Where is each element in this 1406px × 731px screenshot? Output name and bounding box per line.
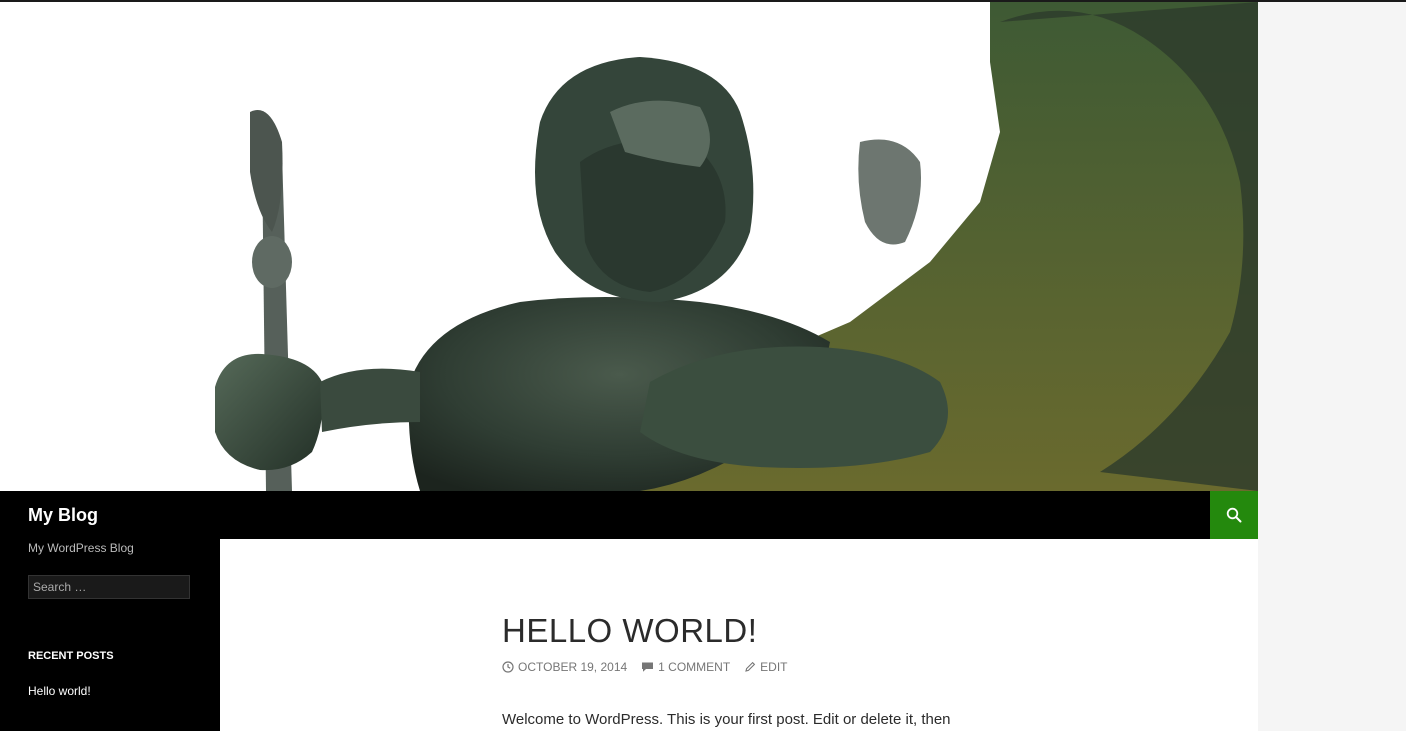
search-input[interactable] [28,575,190,599]
right-gutter [1258,2,1406,731]
page: My Blog My WordPress Blog RECENT POSTS H… [0,0,1258,731]
post-comments-link[interactable]: 1 COMMENT [641,660,730,674]
search-toggle-button[interactable] [1210,491,1258,539]
post-excerpt: Welcome to WordPress. This is your first… [502,711,951,728]
masthead: My Blog [0,491,1258,539]
post-edit-label: EDIT [760,660,788,674]
search-icon [1226,507,1242,523]
top-border [0,0,1406,2]
recent-posts-heading: RECENT POSTS [28,650,114,662]
post-comments-count: 1 COMMENT [658,660,731,674]
pencil-icon [745,661,756,672]
recent-post-link[interactable]: Hello world! [28,683,91,699]
sidebar: My WordPress Blog RECENT POSTS Hello wor… [0,539,220,731]
post-date: OCTOBER 19, 2014 [518,660,628,674]
main-content: HELLO WORLD! OCTOBER 19, 2014 1 COMMENT [220,539,1258,731]
site-description: My WordPress Blog [28,541,134,555]
header-image[interactable] [0,2,1258,491]
statue-image [0,2,1258,491]
clock-icon [502,661,514,673]
post-meta: OCTOBER 19, 2014 1 COMMENT EDIT [502,659,802,675]
post-edit-link[interactable]: EDIT [744,660,788,674]
post-date-link[interactable]: OCTOBER 19, 2014 [502,660,627,674]
site-title-link[interactable]: My Blog [28,503,98,527]
post-title[interactable]: HELLO WORLD! [502,611,757,651]
comment-bubble-icon [642,662,654,672]
